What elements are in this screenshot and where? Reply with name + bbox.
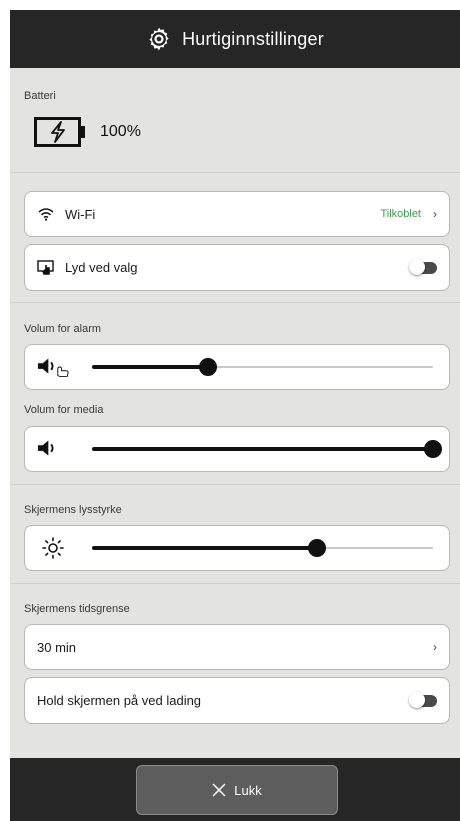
screen-timeout-label: Skjermens tidsgrense	[24, 603, 130, 615]
divider	[10, 484, 460, 485]
close-icon	[212, 783, 226, 797]
chevron-right-icon: ›	[433, 207, 437, 221]
wifi-row[interactable]: Wi-Fi Tilkoblet ›	[24, 191, 450, 237]
screen-timeout-row[interactable]: 30 min ›	[24, 624, 450, 670]
touch-sound-label: Lyd ved valg	[65, 260, 138, 275]
alarm-volume-thumb[interactable]	[198, 358, 217, 376]
battery-charging-icon	[34, 117, 85, 147]
media-volume-fill	[92, 447, 433, 451]
close-button[interactable]: Lukk	[136, 765, 338, 815]
wifi-label: Wi-Fi	[65, 206, 96, 222]
media-volume-thumb[interactable]	[424, 440, 442, 458]
gear-icon	[149, 27, 169, 51]
battery-status: 100%	[34, 117, 141, 147]
sun-icon	[37, 536, 71, 560]
media-volume-track[interactable]	[92, 440, 442, 458]
header-bar: Hurtiginnstillinger	[10, 10, 460, 68]
media-volume-label: Volum for media	[24, 404, 104, 416]
brightness-track[interactable]	[92, 539, 433, 557]
page-title: Hurtiginnstillinger	[182, 28, 324, 49]
divider	[10, 583, 460, 584]
screen-timeout-value: 30 min	[37, 639, 77, 655]
battery-percent: 100%	[100, 123, 141, 140]
media-volume-slider-card	[24, 426, 450, 472]
alarm-volume-label: Volum for alarm	[24, 323, 102, 335]
touch-sound-icon	[37, 259, 55, 277]
battery-section-label: Batteri	[24, 90, 56, 102]
brightness-thumb[interactable]	[308, 539, 327, 557]
divider	[10, 302, 460, 303]
wifi-icon	[37, 205, 55, 223]
brightness-fill	[92, 546, 318, 550]
quick-settings-panel: Hurtiginnstillinger Batteri 100% Wi-Fi T…	[10, 10, 460, 821]
touch-sound-row[interactable]: Lyd ved valg	[24, 244, 450, 291]
touch-sound-toggle[interactable]	[409, 258, 437, 275]
brightness-slider-card	[24, 525, 450, 571]
close-button-label: Lukk	[234, 782, 262, 798]
chevron-right-icon: ›	[433, 640, 437, 654]
stay-awake-row[interactable]: Hold skjermen på ved lading	[24, 677, 450, 724]
stay-awake-label: Hold skjermen på ved lading	[37, 693, 202, 708]
speaker-icon	[37, 437, 71, 461]
divider	[10, 172, 460, 173]
speaker-hand-icon	[37, 355, 71, 379]
footer-bar: Lukk	[10, 758, 460, 821]
wifi-status: Tilkoblet	[380, 208, 421, 220]
brightness-label: Skjermens lysstyrke	[24, 504, 122, 516]
alarm-volume-fill	[92, 365, 208, 369]
alarm-volume-slider-card	[24, 344, 450, 390]
alarm-volume-track[interactable]	[92, 358, 433, 376]
stay-awake-toggle[interactable]	[409, 691, 437, 708]
